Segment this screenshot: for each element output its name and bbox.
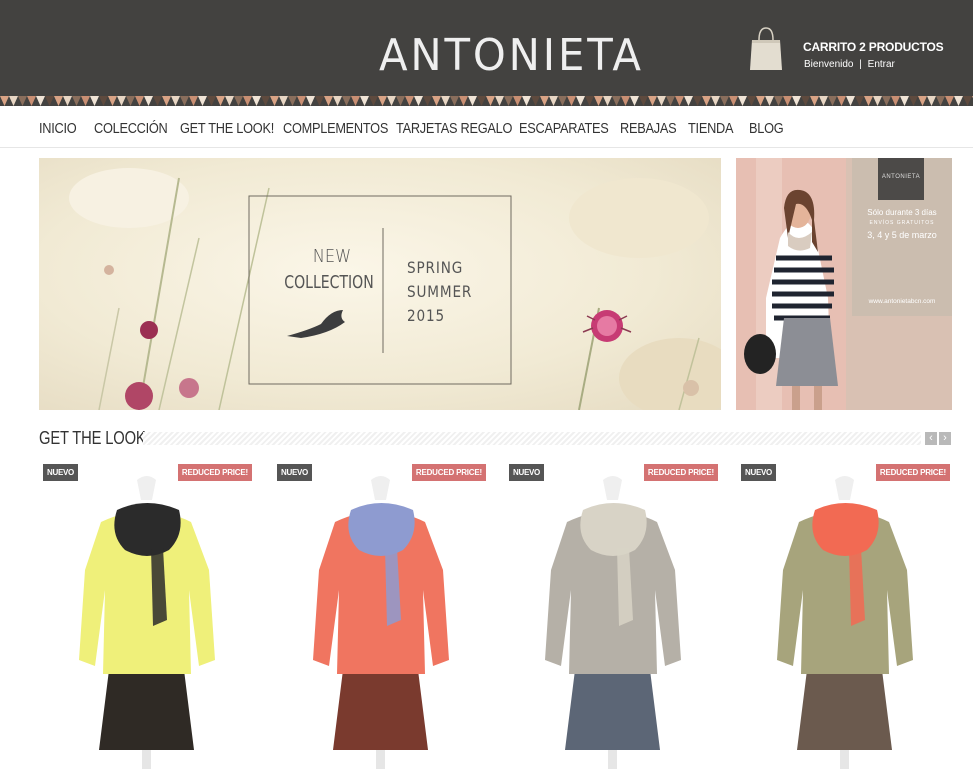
nav-item-blog[interactable]: BLOG: [749, 120, 784, 137]
nav-item-tarjetas-regalo[interactable]: TARJETAS REGALO: [396, 120, 512, 137]
nav-item-tienda[interactable]: TIENDA: [688, 120, 733, 137]
reduced-price-badge: REDUCED PRICE!: [643, 464, 718, 481]
nav-item-coleccion[interactable]: COLECCIÓN: [94, 120, 168, 137]
new-badge: NUEVO: [43, 464, 78, 481]
promo-text-dates: 3, 4 y 5 de marzo: [867, 230, 937, 240]
section-title: GET THE LOOK: [39, 428, 146, 448]
main-nav: INICIO COLECCIÓN GET THE LOOK! COMPLEMEN…: [0, 108, 973, 148]
new-badge: NUEVO: [509, 464, 544, 481]
shopping-bag-icon[interactable]: [749, 26, 783, 72]
product-card[interactable]: NUEVO REDUCED PRICE!: [737, 460, 952, 769]
decorative-zigzag-border: [0, 96, 973, 108]
product-card[interactable]: NUEVO REDUCED PRICE!: [505, 460, 720, 769]
hero-banner-image: [39, 158, 721, 410]
carousel-prev-button[interactable]: ‹: [925, 432, 937, 445]
product-card[interactable]: NUEVO REDUCED PRICE!: [273, 460, 488, 769]
brand-logo[interactable]: ANTONIETA: [0, 30, 973, 81]
account-links: Bienvenido | Entrar: [804, 59, 895, 70]
promo-banner[interactable]: ANTONIETA Sólo durante 3 días ENVÍOS GRA…: [736, 158, 952, 410]
product-image: [273, 460, 488, 769]
banner-text-spring: SPRING: [407, 258, 464, 277]
site-header: ANTONIETA CARRITO 2 PRODUCTOS Bienvenido…: [0, 0, 973, 96]
new-badge: NUEVO: [741, 464, 776, 481]
banner-text-summer: SUMMER: [407, 282, 473, 301]
banner-text-new: NEW: [312, 246, 352, 267]
promo-text-duration: Sólo durante 3 días: [867, 208, 937, 217]
welcome-link[interactable]: Bienvenido: [804, 59, 853, 70]
carousel-next-button[interactable]: ›: [939, 432, 951, 445]
product-image: [737, 460, 952, 769]
product-image: [39, 460, 254, 769]
banner-text-collection: COLLECTION: [284, 272, 374, 293]
nav-item-rebajas[interactable]: REBAJAS: [620, 120, 677, 137]
hero-banner[interactable]: NEW COLLECTION SPRING SUMMER 2015: [39, 158, 721, 410]
nav-item-inicio[interactable]: INICIO: [39, 120, 77, 137]
banner-text-year: 2015: [407, 306, 446, 325]
login-link[interactable]: Entrar: [868, 59, 895, 70]
nav-item-escaparates[interactable]: ESCAPARATES: [519, 120, 609, 137]
section-divider: [143, 432, 921, 445]
promo-url: www.antonietabcn.com: [868, 298, 936, 305]
promo-brand: ANTONIETA: [881, 174, 921, 180]
reduced-price-badge: REDUCED PRICE!: [177, 464, 252, 481]
new-badge: NUEVO: [277, 464, 312, 481]
cart-summary[interactable]: CARRITO 2 PRODUCTOS: [803, 40, 944, 54]
promo-text-shipping: ENVÍOS GRATUITOS: [869, 220, 935, 226]
product-image: [505, 460, 720, 769]
nav-item-complementos[interactable]: COMPLEMENTOS: [283, 120, 388, 137]
reduced-price-badge: REDUCED PRICE!: [411, 464, 486, 481]
promo-banner-image: [736, 158, 952, 410]
reduced-price-badge: REDUCED PRICE!: [875, 464, 950, 481]
nav-item-get-the-look[interactable]: GET THE LOOK!: [180, 120, 274, 137]
product-card[interactable]: NUEVO REDUCED PRICE!: [39, 460, 254, 769]
